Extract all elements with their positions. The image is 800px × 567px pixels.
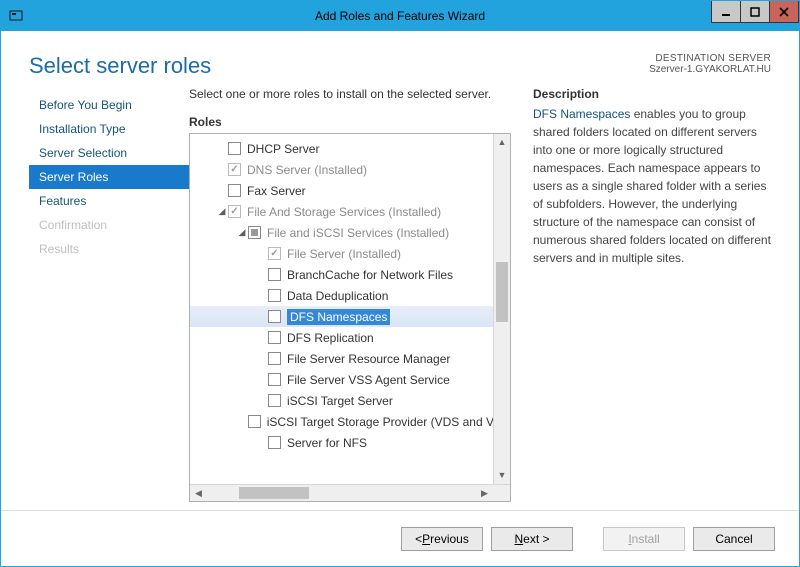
role-checkbox[interactable] (268, 331, 281, 344)
hscroll-thumb[interactable] (239, 487, 309, 499)
scroll-up-icon[interactable]: ▲ (494, 134, 510, 151)
role-label: DFS Namespaces (287, 309, 390, 325)
role-row[interactable]: Fax Server (190, 180, 510, 201)
role-checkbox[interactable] (248, 415, 261, 428)
role-row[interactable]: Server for NFS (190, 432, 510, 453)
role-label: iSCSI Target Server (287, 394, 393, 408)
destination-value: Szerver-1.GYAKORLAT.HU (649, 64, 771, 75)
role-checkbox (228, 163, 241, 176)
role-label: File and iSCSI Services (Installed) (267, 226, 449, 240)
header: Select server roles DESTINATION SERVER S… (1, 31, 799, 87)
description-lead: DFS Namespaces (533, 107, 630, 121)
app-icon (1, 1, 31, 31)
description-label: Description (533, 87, 771, 101)
role-row[interactable]: DFS Namespaces (190, 306, 510, 327)
role-row[interactable]: BranchCache for Network Files (190, 264, 510, 285)
footer: < Previous Next > Install Cancel (1, 510, 799, 566)
wizard-nav: Before You BeginInstallation TypeServer … (29, 87, 189, 502)
expander-open-icon[interactable]: ◢ (236, 227, 248, 238)
role-row[interactable]: ◢ File and iSCSI Services (Installed) (190, 222, 510, 243)
description-body: enables you to group shared folders loca… (533, 107, 771, 265)
install-button[interactable]: Install (603, 527, 685, 551)
role-label: File Server (Installed) (287, 247, 401, 261)
role-label: File Server VSS Agent Service (287, 373, 450, 387)
role-row[interactable]: iSCSI Target Storage Provider (VDS and V… (190, 411, 510, 432)
description-column: Description DFS Namespaces enables you t… (533, 87, 771, 502)
role-row[interactable]: DNS Server (Installed) (190, 159, 510, 180)
role-label: File And Storage Services (Installed) (247, 205, 441, 219)
role-checkbox (268, 247, 281, 260)
wizard-window: Add Roles and Features Wizard Select ser… (0, 0, 800, 567)
role-checkbox[interactable] (268, 310, 281, 323)
nav-item-installation-type[interactable]: Installation Type (29, 117, 189, 141)
roles-column: Select one or more roles to install on t… (189, 87, 511, 502)
scroll-left-icon[interactable]: ◀ (190, 485, 207, 501)
role-checkbox[interactable] (268, 394, 281, 407)
role-row[interactable]: iSCSI Target Server (190, 390, 510, 411)
role-label: DNS Server (Installed) (247, 163, 367, 177)
main-pane: Select one or more roles to install on t… (189, 87, 771, 502)
content-area: Select server roles DESTINATION SERVER S… (1, 31, 799, 566)
role-row[interactable]: DFS Replication (190, 327, 510, 348)
role-row[interactable]: File Server (Installed) (190, 243, 510, 264)
scroll-down-icon[interactable]: ▼ (494, 467, 510, 484)
role-checkbox (228, 205, 241, 218)
roles-scroll-area: DHCP Server DNS Server (Installed) Fax Ser… (190, 134, 510, 501)
close-button[interactable] (769, 1, 799, 23)
role-label: Data Deduplication (287, 289, 388, 303)
role-label: Server for NFS (287, 436, 367, 450)
role-row[interactable]: File Server VSS Agent Service (190, 369, 510, 390)
scroll-right-icon[interactable]: ▶ (476, 485, 493, 501)
hscroll-track[interactable] (207, 485, 476, 501)
role-row[interactable]: Data Deduplication (190, 285, 510, 306)
maximize-button[interactable] (740, 1, 770, 23)
role-label: DFS Replication (287, 331, 374, 345)
role-row[interactable]: File Server Resource Manager (190, 348, 510, 369)
nav-item-results: Results (29, 237, 189, 261)
role-label: DHCP Server (247, 142, 319, 156)
nav-item-before-you-begin[interactable]: Before You Begin (29, 93, 189, 117)
destination-label: DESTINATION SERVER (649, 53, 771, 64)
role-checkbox[interactable] (268, 436, 281, 449)
nav-item-confirmation: Confirmation (29, 213, 189, 237)
expander-open-icon[interactable]: ◢ (216, 206, 228, 217)
title-bar[interactable]: Add Roles and Features Wizard (1, 1, 799, 31)
role-checkbox[interactable] (268, 352, 281, 365)
role-label: File Server Resource Manager (287, 352, 450, 366)
vscroll-track[interactable] (494, 151, 510, 467)
previous-button[interactable]: < Previous (401, 527, 483, 551)
destination-info: DESTINATION SERVER Szerver-1.GYAKORLAT.H… (649, 53, 771, 75)
horizontal-scrollbar[interactable]: ◀ ▶ (190, 484, 510, 501)
window-title: Add Roles and Features Wizard (315, 9, 485, 23)
role-checkbox[interactable] (228, 184, 241, 197)
description-text: DFS Namespaces enables you to group shar… (533, 105, 771, 267)
role-row[interactable]: ◢ File And Storage Services (Installed) (190, 201, 510, 222)
scroll-corner (493, 485, 510, 501)
window-controls (712, 1, 799, 23)
role-checkbox[interactable] (228, 142, 241, 155)
nav-item-server-selection[interactable]: Server Selection (29, 141, 189, 165)
body: Before You BeginInstallation TypeServer … (1, 87, 799, 510)
roles-label: Roles (189, 115, 511, 129)
role-label: iSCSI Target Storage Provider (VDS and V… (267, 415, 510, 429)
role-checkbox[interactable] (268, 289, 281, 302)
role-row[interactable]: DHCP Server (190, 138, 510, 159)
instruction-text: Select one or more roles to install on t… (189, 87, 511, 101)
role-checkbox[interactable] (248, 226, 261, 239)
minimize-button[interactable] (711, 1, 741, 23)
nav-item-server-roles[interactable]: Server Roles (29, 165, 189, 189)
nav-item-features[interactable]: Features (29, 189, 189, 213)
role-checkbox[interactable] (268, 373, 281, 386)
page-title: Select server roles (29, 53, 211, 79)
next-button[interactable]: Next > (491, 527, 573, 551)
roles-listbox[interactable]: DHCP Server DNS Server (Installed) Fax Ser… (189, 133, 511, 502)
cancel-button[interactable]: Cancel (693, 527, 775, 551)
vertical-scrollbar[interactable]: ▲ ▼ (493, 134, 510, 484)
vscroll-thumb[interactable] (496, 262, 508, 322)
role-checkbox[interactable] (268, 268, 281, 281)
role-label: Fax Server (247, 184, 306, 198)
role-label: BranchCache for Network Files (287, 268, 453, 282)
